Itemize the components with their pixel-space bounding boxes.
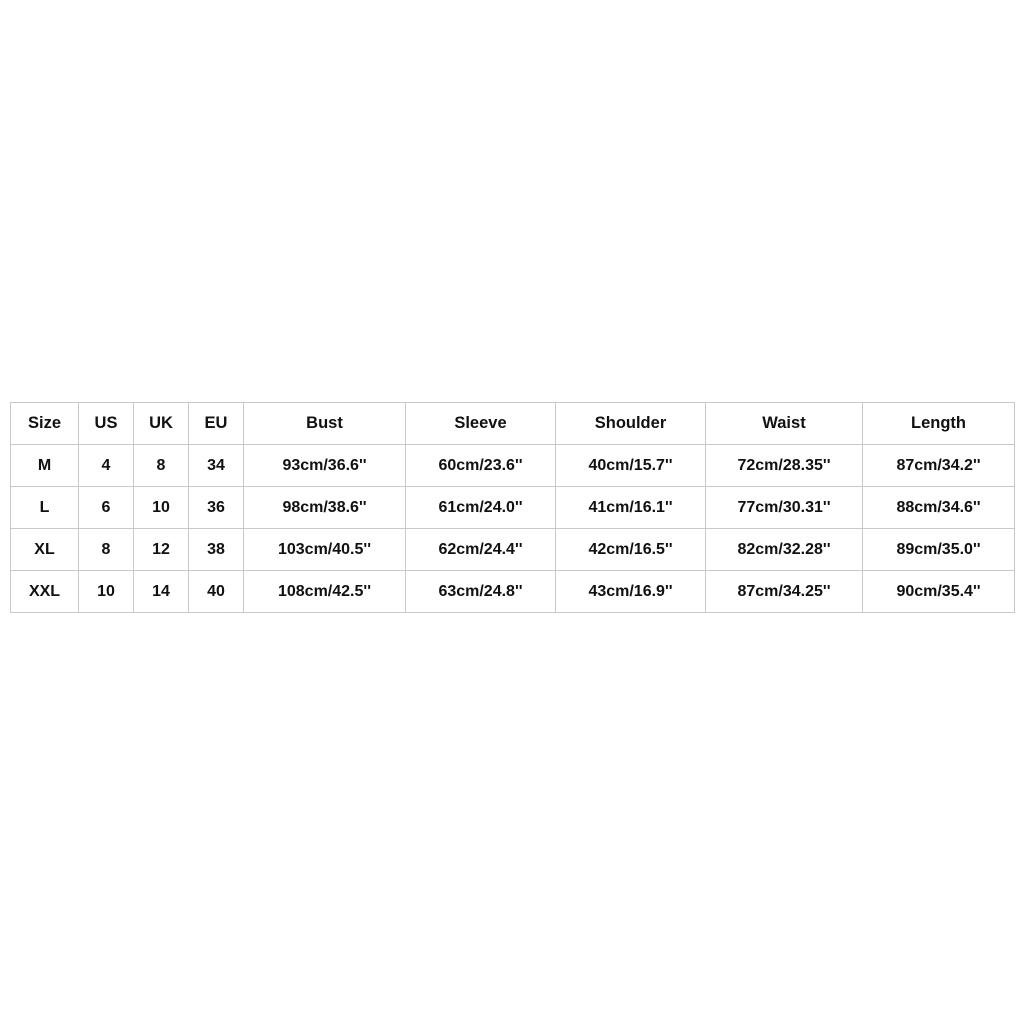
cell-waist: 72cm/28.35'': [705, 444, 863, 487]
cell-sleeve: 61cm/24.0'': [405, 486, 556, 529]
column-header-eu: EU: [188, 402, 244, 445]
cell-shoulder: 40cm/15.7'': [555, 444, 706, 487]
cell-waist: 77cm/30.31'': [705, 486, 863, 529]
cell-size: XXL: [10, 570, 79, 613]
cell-eu: 40: [188, 570, 244, 613]
column-header-waist: Waist: [705, 402, 863, 445]
cell-sleeve: 60cm/23.6'': [405, 444, 556, 487]
column-header-shoulder: Shoulder: [555, 402, 706, 445]
cell-us: 10: [78, 570, 134, 613]
cell-size: XL: [10, 528, 79, 571]
cell-eu: 34: [188, 444, 244, 487]
column-header-sleeve: Sleeve: [405, 402, 556, 445]
column-header-uk: UK: [133, 402, 189, 445]
cell-us: 6: [78, 486, 134, 529]
cell-length: 88cm/34.6'': [862, 486, 1015, 529]
cell-waist: 82cm/32.28'': [705, 528, 863, 571]
cell-length: 89cm/35.0'': [862, 528, 1015, 571]
column-header-us: US: [78, 402, 134, 445]
table-row: M 4 8 34 93cm/36.6'' 60cm/23.6'' 40cm/15…: [10, 444, 1015, 487]
cell-bust: 103cm/40.5'': [243, 528, 406, 571]
cell-eu: 38: [188, 528, 244, 571]
cell-shoulder: 41cm/16.1'': [555, 486, 706, 529]
cell-waist: 87cm/34.25'': [705, 570, 863, 613]
cell-uk: 10: [133, 486, 189, 529]
cell-sleeve: 63cm/24.8'': [405, 570, 556, 613]
size-chart-container: Size US UK EU Bust Sleeve Shoulder Waist…: [10, 402, 1015, 613]
cell-us: 4: [78, 444, 134, 487]
cell-shoulder: 43cm/16.9'': [555, 570, 706, 613]
column-header-bust: Bust: [243, 402, 406, 445]
cell-length: 87cm/34.2'': [862, 444, 1015, 487]
cell-us: 8: [78, 528, 134, 571]
column-header-length: Length: [862, 402, 1015, 445]
cell-uk: 12: [133, 528, 189, 571]
cell-bust: 98cm/38.6'': [243, 486, 406, 529]
cell-eu: 36: [188, 486, 244, 529]
table-row: L 6 10 36 98cm/38.6'' 61cm/24.0'' 41cm/1…: [10, 486, 1015, 529]
table-header-row: Size US UK EU Bust Sleeve Shoulder Waist…: [10, 402, 1015, 445]
cell-size: M: [10, 444, 79, 487]
cell-sleeve: 62cm/24.4'': [405, 528, 556, 571]
cell-uk: 14: [133, 570, 189, 613]
cell-shoulder: 42cm/16.5'': [555, 528, 706, 571]
table-row: XL 8 12 38 103cm/40.5'' 62cm/24.4'' 42cm…: [10, 528, 1015, 571]
table-row: XXL 10 14 40 108cm/42.5'' 63cm/24.8'' 43…: [10, 570, 1015, 613]
cell-uk: 8: [133, 444, 189, 487]
column-header-size: Size: [10, 402, 79, 445]
cell-bust: 108cm/42.5'': [243, 570, 406, 613]
size-chart-table: Size US UK EU Bust Sleeve Shoulder Waist…: [10, 402, 1015, 613]
cell-length: 90cm/35.4'': [862, 570, 1015, 613]
cell-bust: 93cm/36.6'': [243, 444, 406, 487]
cell-size: L: [10, 486, 79, 529]
